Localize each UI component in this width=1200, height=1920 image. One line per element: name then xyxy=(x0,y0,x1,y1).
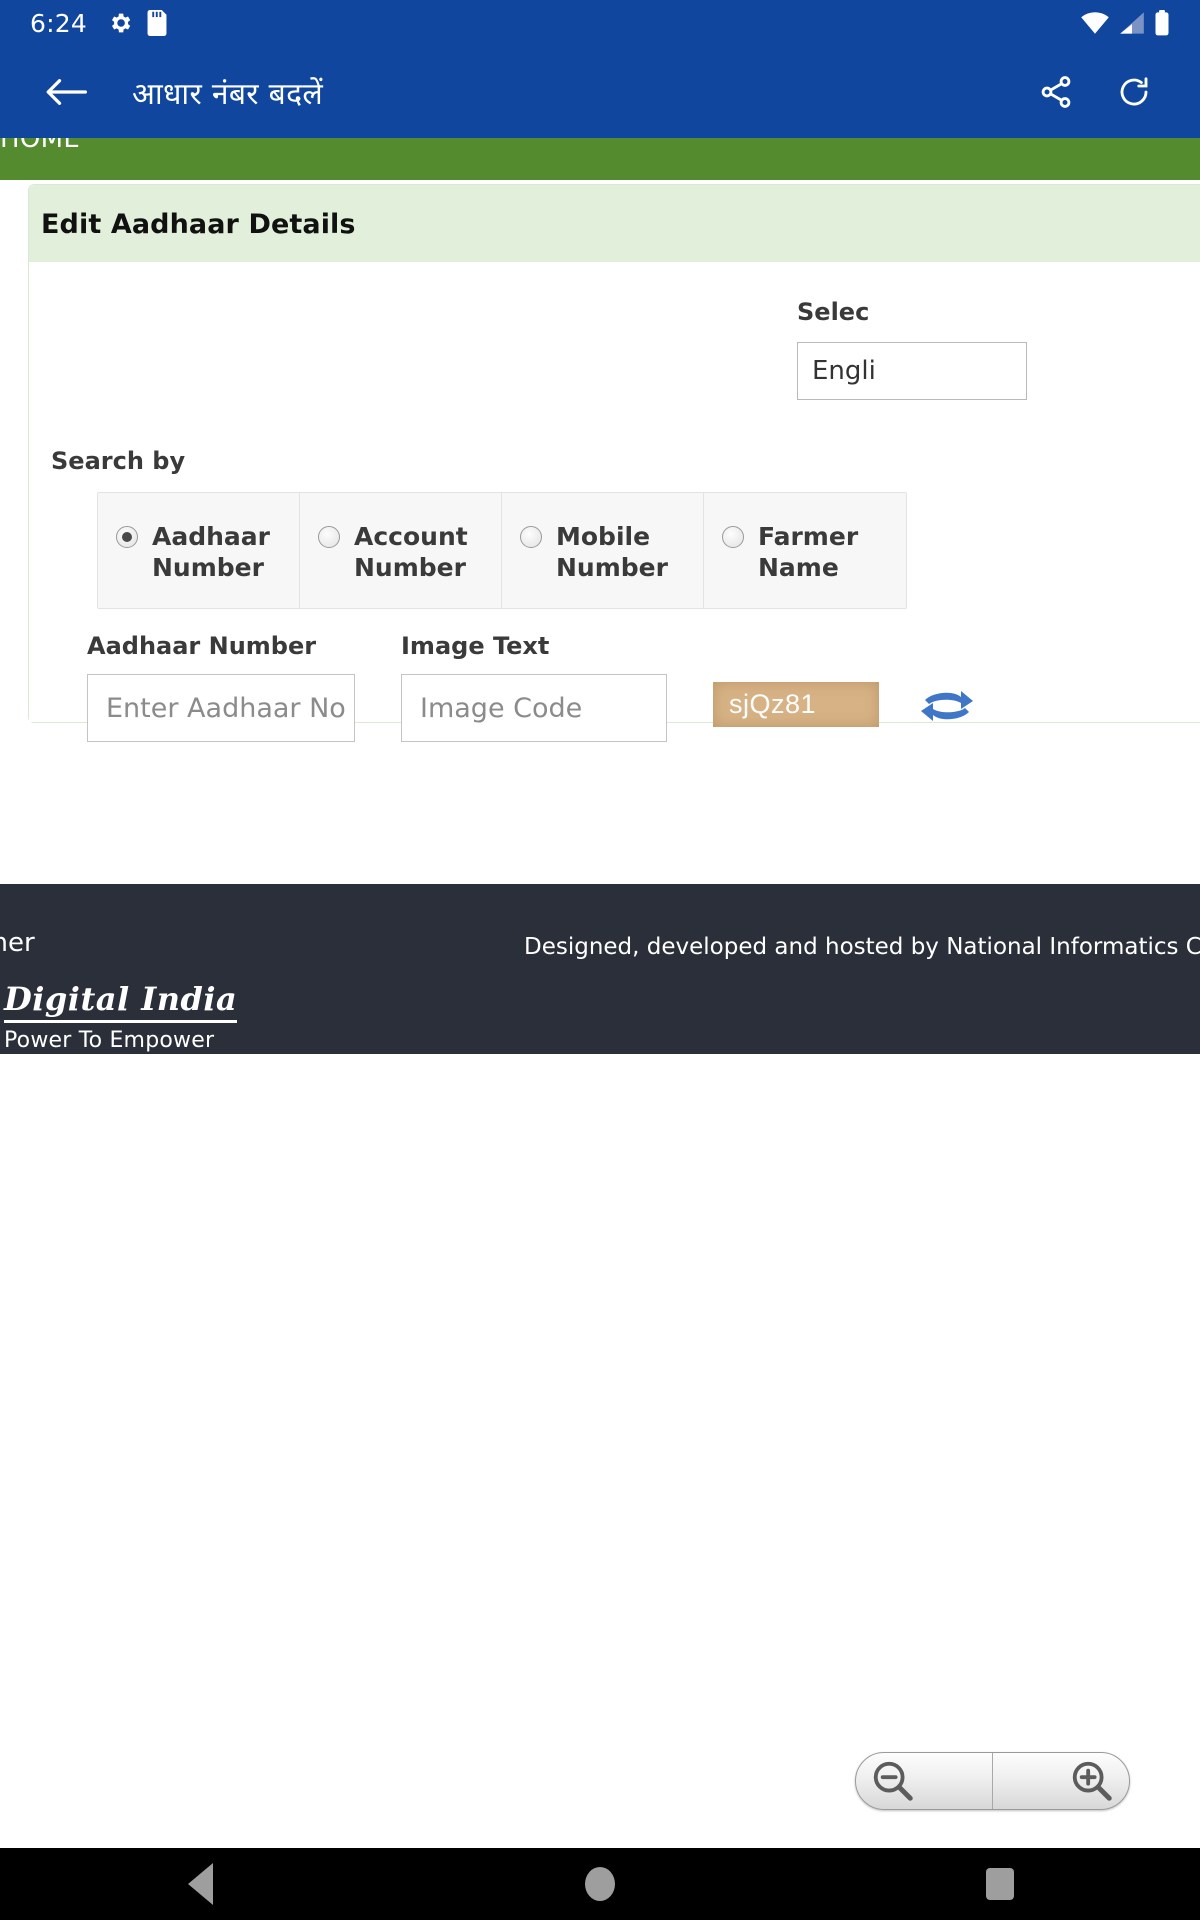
nav-home-icon[interactable] xyxy=(555,1848,645,1920)
radio-option-aadhaar-number[interactable]: Aadhaar Number xyxy=(98,493,300,608)
radio-option-farmer-name[interactable]: Farmer Name xyxy=(704,493,906,608)
gear-icon xyxy=(107,10,133,36)
android-nav-bar xyxy=(0,1848,1200,1920)
language-label: Selec xyxy=(797,298,870,326)
image-text-label: Image Text xyxy=(401,632,550,660)
nav-recents-icon[interactable] xyxy=(955,1848,1045,1920)
share-icon[interactable] xyxy=(1034,70,1078,114)
aadhaar-number-field-group: Aadhaar Number Enter Aadhaar No xyxy=(87,632,355,742)
radio-label-farmer-name: Farmer Name xyxy=(758,522,859,582)
page-title: Edit Aadhaar Details xyxy=(41,209,356,240)
footer-disclaimer-link[interactable]: claimer xyxy=(0,928,35,958)
card-header: Edit Aadhaar Details xyxy=(29,185,1200,262)
card-body: Selec Engli Search by Aadhaar Number Acc… xyxy=(29,262,1200,742)
radio-option-mobile-number[interactable]: Mobile Number xyxy=(502,493,704,608)
language-select-value: Engli xyxy=(812,356,876,386)
edit-aadhaar-card: Edit Aadhaar Details Selec Engli Search … xyxy=(28,184,1200,742)
page-content: Edit Aadhaar Details Selec Engli Search … xyxy=(0,180,1200,880)
app-bar-actions xyxy=(1034,70,1200,114)
battery-icon xyxy=(1154,10,1170,36)
refresh-icon[interactable] xyxy=(1112,70,1156,114)
webview-zoom-controls xyxy=(855,1752,1130,1810)
form-fields-row: Aadhaar Number Enter Aadhaar No Image Te… xyxy=(87,632,975,742)
search-by-radio-group: Aadhaar Number Account Number Mobile Num… xyxy=(97,492,907,609)
radio-label-mobile-number: Mobile Number xyxy=(556,522,668,582)
status-system-icons xyxy=(1080,10,1184,36)
radio-label-account-number: Account Number xyxy=(354,522,468,582)
wifi-icon xyxy=(1080,11,1110,35)
radio-dot-aadhaar-number[interactable] xyxy=(116,526,138,548)
cellular-signal-icon xyxy=(1119,11,1145,35)
site-footer: claimer Designed, developed and hosted b… xyxy=(0,884,1200,1054)
refresh-captcha-icon[interactable] xyxy=(919,686,975,726)
search-by-label: Search by xyxy=(51,447,186,475)
zoom-out-button[interactable] xyxy=(856,1753,992,1809)
footer-credit-text: Designed, developed and hosted by Nation… xyxy=(524,934,1200,960)
language-selector: Selec Engli xyxy=(797,298,1097,400)
status-bar: 6:24 xyxy=(0,0,1200,46)
status-time: 6:24 xyxy=(30,8,87,38)
phone-screen: 6:24 आधार नंबर बदलें HOME Edit Aadhaar D… xyxy=(0,0,1200,1920)
aadhaar-number-label: Aadhaar Number xyxy=(87,632,317,660)
radio-dot-farmer-name[interactable] xyxy=(722,526,744,548)
app-bar: आधार नंबर बदलें xyxy=(0,46,1200,138)
nav-back-icon[interactable] xyxy=(155,1848,245,1920)
digital-india-logo-title: Digital India xyxy=(4,980,238,1023)
captcha-image: sjQz81 xyxy=(713,682,879,727)
captcha-wrap: sjQz81 xyxy=(713,682,879,727)
sd-card-icon xyxy=(147,10,167,36)
radio-dot-mobile-number[interactable] xyxy=(520,526,542,548)
image-text-input[interactable]: Image Code xyxy=(401,674,667,742)
app-bar-title: आधार नंबर बदलें xyxy=(132,76,323,112)
site-nav-strip: HOME xyxy=(0,138,1200,180)
status-notification-icons xyxy=(107,10,167,36)
nav-item-home[interactable]: HOME xyxy=(0,138,80,154)
radio-dot-account-number[interactable] xyxy=(318,526,340,548)
language-select[interactable]: Engli xyxy=(797,342,1027,400)
image-text-field-group: Image Text Image Code xyxy=(401,632,667,742)
zoom-in-button[interactable] xyxy=(992,1753,1129,1809)
radio-option-account-number[interactable]: Account Number xyxy=(300,493,502,608)
back-arrow-icon[interactable] xyxy=(44,70,88,114)
digital-india-logo-tagline: Power To Empower xyxy=(4,1028,215,1053)
digital-india-logo: Digital India Power To Empower xyxy=(4,980,238,1053)
radio-label-aadhaar-number: Aadhaar Number xyxy=(152,522,270,582)
aadhaar-number-input[interactable]: Enter Aadhaar No xyxy=(87,674,355,742)
